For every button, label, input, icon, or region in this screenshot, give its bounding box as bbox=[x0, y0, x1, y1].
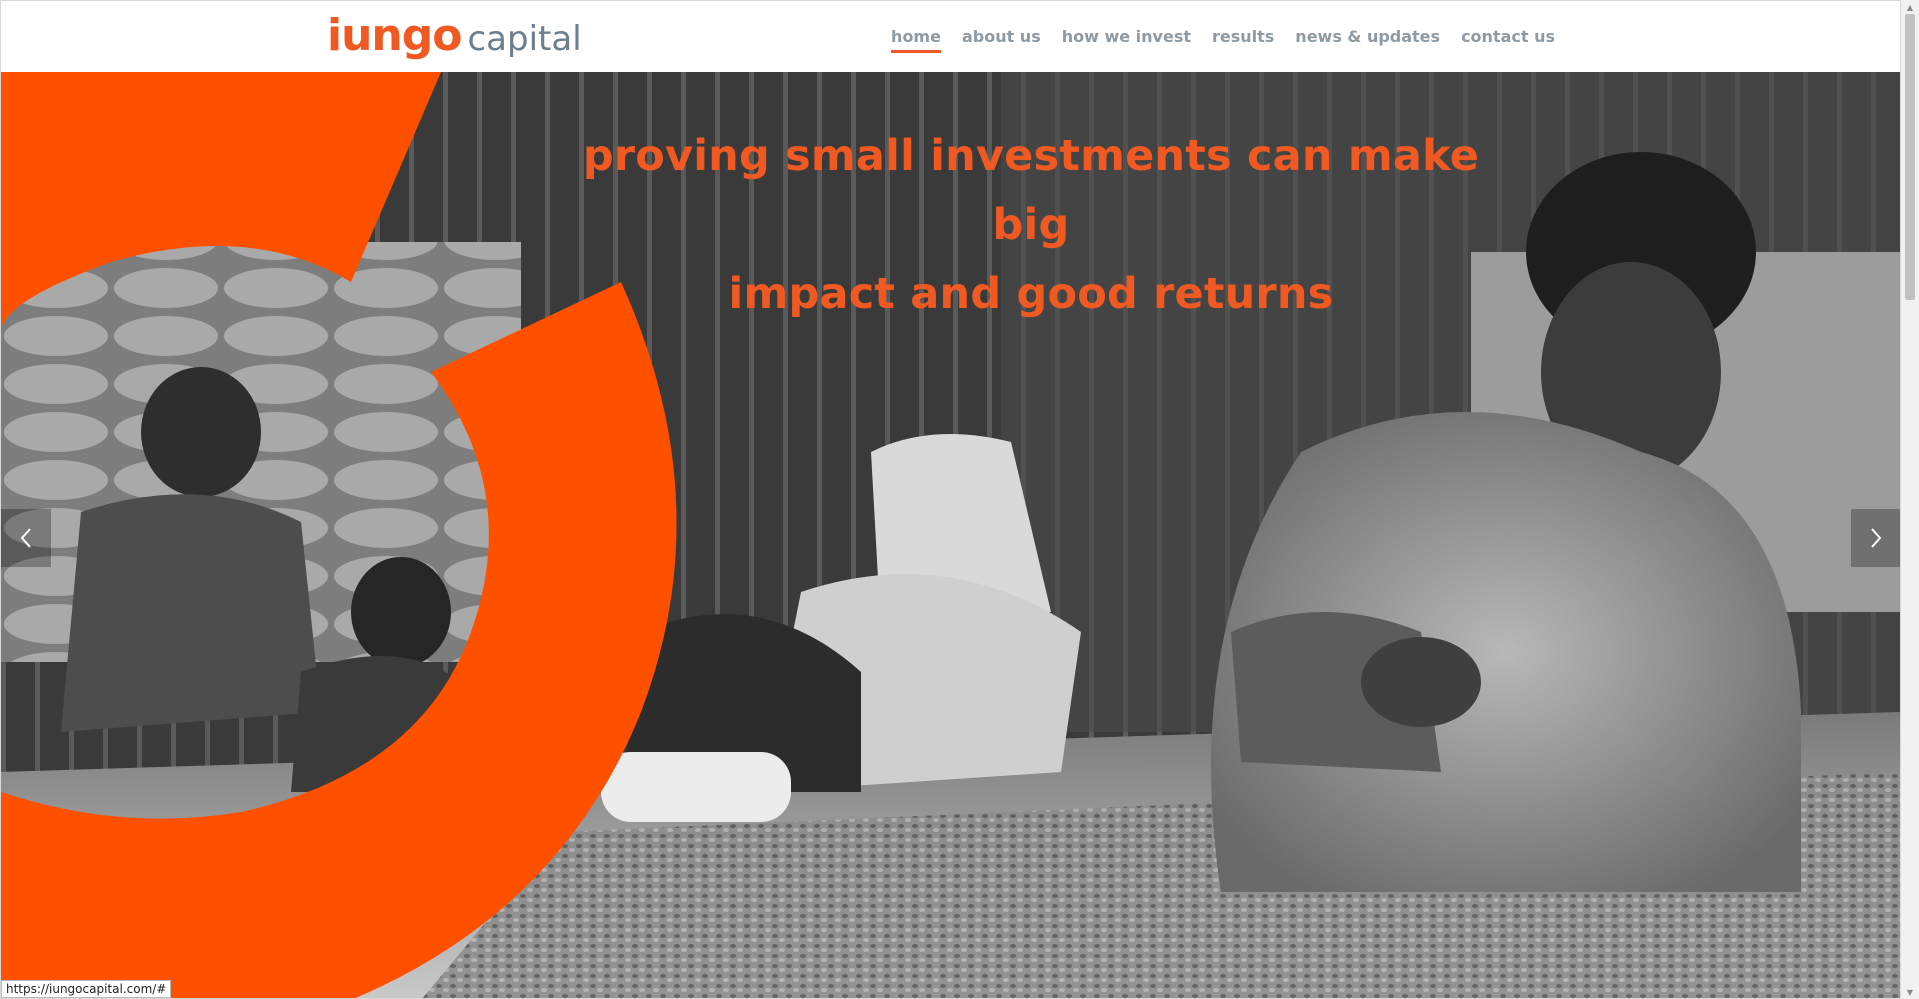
scroll-down-icon[interactable]: ▼ bbox=[1901, 985, 1919, 999]
hero-headline-line-1: proving small investments can make big bbox=[582, 131, 1480, 250]
nav-contact-us[interactable]: contact us bbox=[1461, 27, 1555, 53]
status-bar-url: https://iungocapital.com/# bbox=[1, 980, 172, 998]
chevron-left-icon bbox=[20, 528, 31, 548]
site-logo[interactable]: iungo capital bbox=[327, 9, 582, 63]
scroll-up-icon[interactable]: ▲ bbox=[1901, 0, 1919, 14]
nav-how-we-invest[interactable]: how we invest bbox=[1062, 27, 1191, 53]
nav-results[interactable]: results bbox=[1212, 27, 1274, 53]
chevron-right-icon bbox=[1871, 528, 1882, 548]
slider-next-button[interactable] bbox=[1851, 509, 1900, 567]
logo-word-iungo: iungo bbox=[327, 10, 462, 61]
hero-headline-line-2: impact and good returns bbox=[728, 269, 1334, 319]
hero-slider: proving small investments can make big i… bbox=[1, 72, 1900, 998]
slider-prev-button[interactable] bbox=[1, 509, 51, 567]
page-scrollbar[interactable]: ▲ ▼ bbox=[1901, 0, 1919, 999]
browser-viewport: iungo capital home about us how we inves… bbox=[0, 0, 1901, 999]
site-header: iungo capital home about us how we inves… bbox=[1, 1, 1900, 72]
nav-home[interactable]: home bbox=[891, 27, 941, 53]
main-nav: home about us how we invest results news… bbox=[891, 27, 1555, 53]
nav-about-us[interactable]: about us bbox=[962, 27, 1041, 53]
logo-word-capital: capital bbox=[467, 19, 582, 59]
scrollbar-thumb[interactable] bbox=[1905, 14, 1915, 300]
nav-news-updates[interactable]: news & updates bbox=[1295, 27, 1440, 53]
hero-headline: proving small investments can make big i… bbox=[541, 122, 1521, 329]
